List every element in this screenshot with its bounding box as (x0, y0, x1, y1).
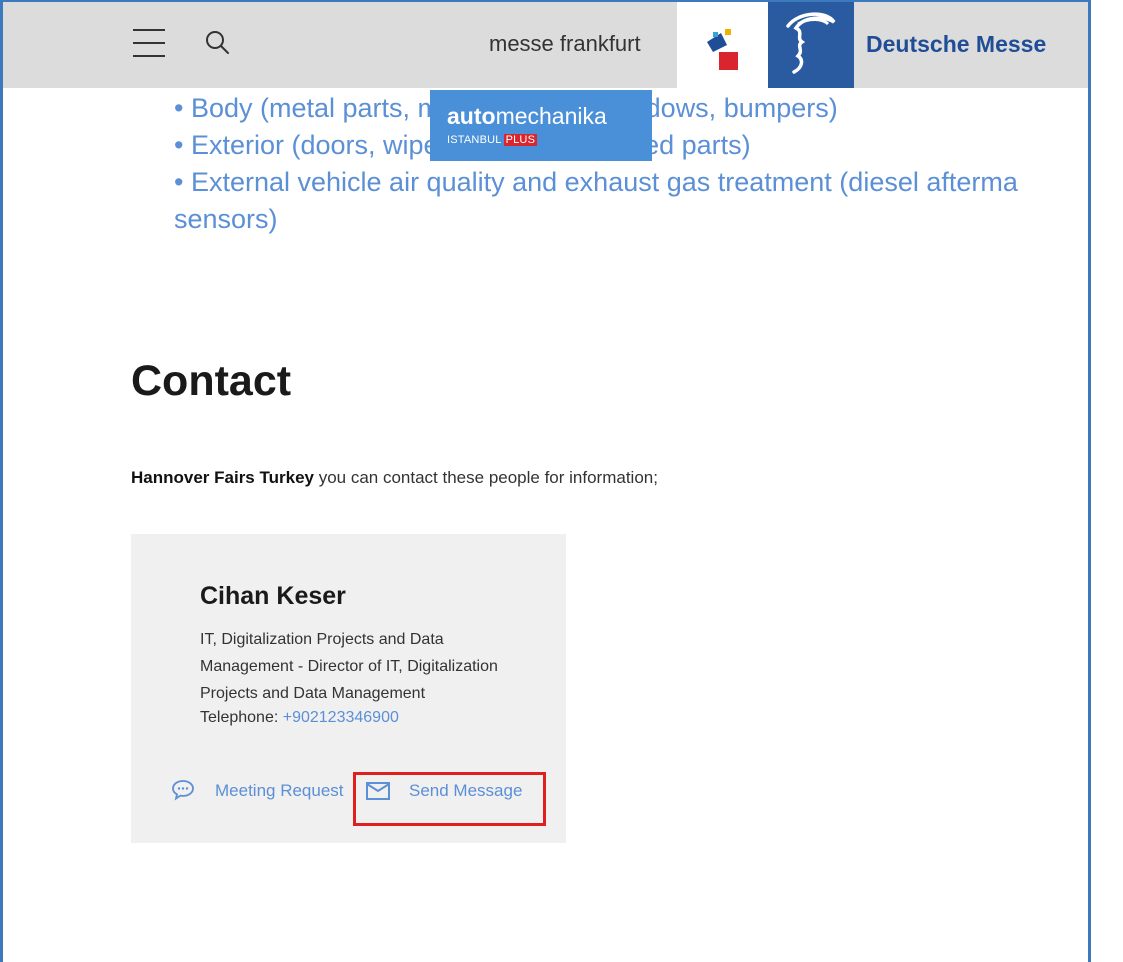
phone-link[interactable]: +902123346900 (283, 709, 399, 726)
contact-phone: Telephone: +902123346900 (200, 709, 399, 726)
automechanika-subtitle: ISTANBUL PLUS (447, 134, 538, 146)
contact-intro: Hannover Fairs Turkey you can contact th… (131, 468, 658, 487)
send-message-label: Send Message (409, 781, 523, 800)
contact-card: Cihan Keser IT, Digitalization Projects … (131, 534, 566, 843)
automechanika-wordmark: automechanika (447, 103, 607, 129)
contact-role: IT, Digitalization Projects and Data Man… (200, 631, 498, 702)
messe-frankfurt-logo[interactable] (677, 2, 768, 88)
messe-frankfurt-link[interactable]: messe frankfurt (489, 31, 641, 57)
search-icon[interactable] (203, 28, 233, 58)
browser-frame: • Body (metal parts, mounted parts, wind… (0, 0, 1123, 962)
envelope-icon (366, 782, 390, 800)
deutsche-messe-logo[interactable] (768, 2, 854, 88)
meeting-request-label: Meeting Request (215, 781, 344, 800)
hamburger-menu-icon[interactable] (133, 29, 165, 57)
contact-name: Cihan Keser (200, 582, 346, 610)
bullet-item: • External vehicle air quality and exhau… (174, 167, 1018, 197)
outside-area (1091, 0, 1123, 962)
contact-heading: Contact (131, 357, 292, 405)
send-message-button[interactable]: Send Message (355, 777, 551, 807)
site-header: messe frankfurt Deutsche Messe (3, 2, 1088, 88)
bullet-item: sensors) (174, 204, 278, 234)
deutsche-messe-link[interactable]: Deutsche Messe (866, 31, 1046, 58)
frame-border-left (0, 0, 3, 962)
speech-bubble-icon (172, 780, 194, 801)
automechanika-logo[interactable]: automechanika ISTANBUL PLUS (430, 90, 652, 161)
frame-border-top (0, 0, 1091, 2)
